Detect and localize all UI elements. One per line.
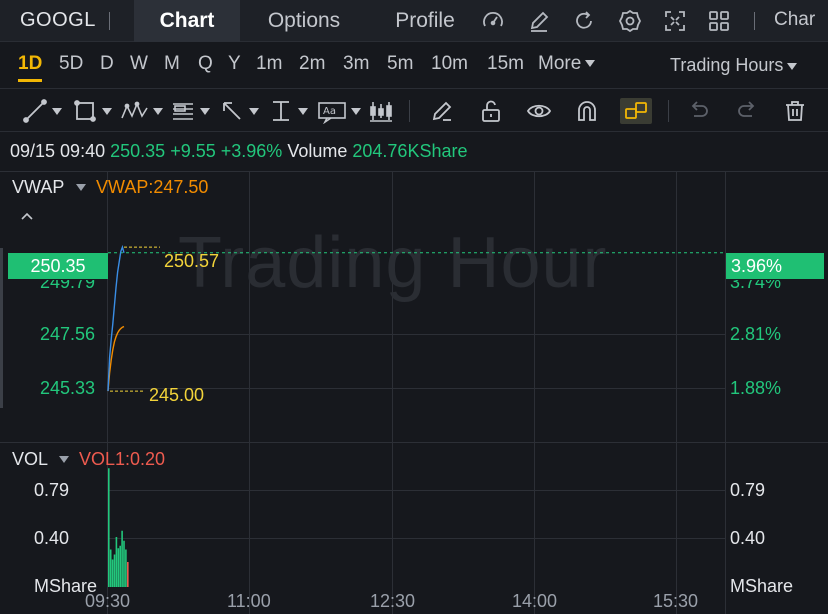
volume-bar xyxy=(111,559,114,587)
volume-bar xyxy=(123,540,125,587)
volume-bar xyxy=(117,548,120,587)
volume-bar xyxy=(127,562,129,587)
volume-bar xyxy=(115,537,118,587)
volume-bar xyxy=(125,549,127,587)
series-line-0 xyxy=(107,325,125,392)
volume-bar xyxy=(121,530,123,587)
price-chart[interactable] xyxy=(0,0,828,614)
volume-bar xyxy=(109,549,112,587)
volume-bar xyxy=(119,545,121,587)
volume-bar xyxy=(108,468,110,587)
volume-bar xyxy=(113,554,116,587)
